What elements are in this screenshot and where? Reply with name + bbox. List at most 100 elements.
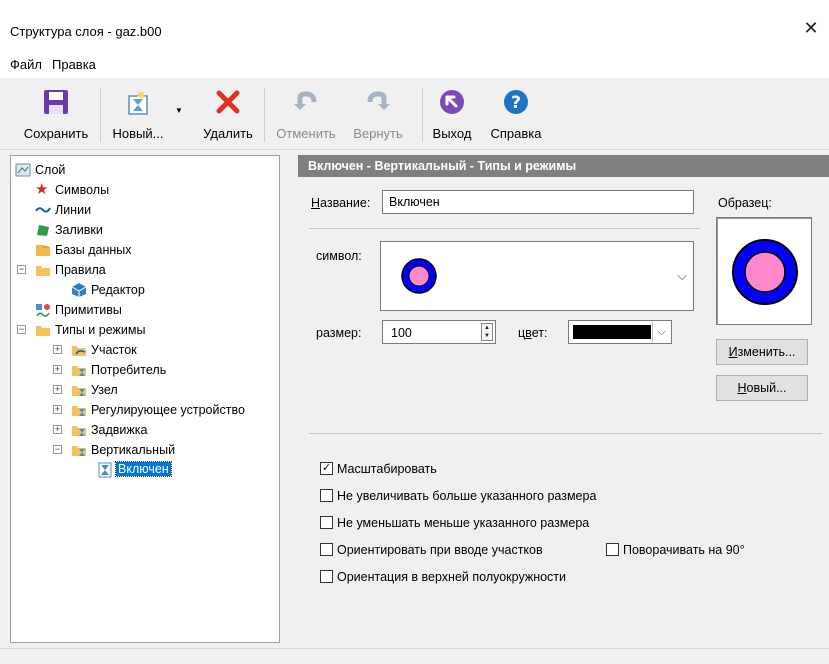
window-title: Структура слоя - gaz.b00: [10, 24, 162, 39]
tree-label: Символы: [55, 183, 110, 197]
expand-toggle[interactable]: +: [53, 345, 62, 354]
tree-label: Редактор: [91, 283, 145, 297]
expand-toggle[interactable]: +: [53, 365, 62, 374]
close-icon[interactable]: ✕: [801, 18, 821, 38]
database-icon: [36, 245, 50, 256]
redo-button[interactable]: Вернуть: [344, 84, 412, 146]
checkbox-label: Ориентировать при вводе участков: [337, 543, 543, 557]
help-icon: ?: [504, 90, 528, 114]
hourglass-folder-icon: [72, 426, 86, 436]
checkbox-box[interactable]: [320, 489, 333, 502]
sample-symbol-icon: [732, 239, 798, 305]
divider: [309, 433, 822, 434]
new-label: Новый...: [112, 126, 164, 141]
chevron-down-icon: ⌵: [652, 322, 670, 342]
undo-label: Отменить: [276, 126, 336, 141]
help-button[interactable]: ? Справка: [484, 84, 548, 146]
tree-label: Включен: [115, 461, 172, 477]
checkbox-box[interactable]: [320, 570, 333, 583]
new-symbol-button[interactable]: Новый...: [716, 375, 808, 401]
divider: [309, 228, 700, 229]
redo-label: Вернуть: [353, 126, 403, 141]
exit-icon: [440, 90, 464, 114]
collapse-vertical-toggle[interactable]: −: [53, 445, 62, 454]
tree-label: Регулирующее устройство: [91, 403, 245, 417]
checkbox-box[interactable]: [320, 543, 333, 556]
menu-file[interactable]: Файл: [10, 57, 42, 72]
toolbar-separator: [422, 88, 423, 142]
svg-text:?: ?: [511, 93, 521, 113]
name-field[interactable]: Включен: [382, 190, 694, 214]
checkbox-label: Ориентация в верхней полуокружности: [337, 570, 567, 584]
primitives-icon: [36, 304, 50, 317]
sample-label: Образец:: [718, 196, 772, 210]
hourglass-icon: [98, 462, 112, 478]
exit-label: Выход: [432, 126, 472, 141]
color-select[interactable]: ⌵: [568, 320, 672, 344]
change-button[interactable]: Изменить...: [716, 339, 808, 365]
checkbox-box[interactable]: [606, 543, 619, 556]
collapse-types-toggle[interactable]: −: [17, 325, 26, 334]
sample-preview: [716, 217, 812, 325]
tree-label: Базы данных: [55, 243, 132, 257]
toolbar-separator: [100, 88, 101, 142]
status-bar: [0, 648, 829, 664]
symbol-select[interactable]: ⌵: [380, 241, 694, 311]
size-label: размер:: [316, 326, 362, 340]
tree-label: Примитивы: [55, 303, 122, 317]
help-label: Справка: [490, 126, 542, 141]
tree-label: Слой: [35, 163, 66, 177]
title-bar: Структура слоя - gaz.b00 ✕: [0, 0, 829, 50]
save-button[interactable]: Сохранить: [16, 84, 96, 146]
delete-button[interactable]: Удалить: [196, 84, 260, 146]
tree-label: Вертикальный: [91, 443, 176, 457]
undo-icon: [294, 91, 317, 110]
exit-button[interactable]: Выход: [426, 84, 478, 146]
expand-toggle[interactable]: +: [53, 425, 62, 434]
line-icon: [35, 207, 51, 213]
delete-label: Удалить: [203, 126, 253, 141]
panel-header: Включен - Вертикальный - Типы и режимы: [298, 155, 829, 177]
layer-icon: [15, 163, 31, 177]
spinner-arrows-icon[interactable]: ▲ ▼: [481, 323, 493, 341]
tree-label: Заливки: [55, 223, 103, 237]
new-button[interactable]: Новый...: [104, 84, 172, 146]
symbol-preview-icon: [401, 258, 437, 294]
collapse-rules-toggle[interactable]: −: [17, 265, 26, 274]
new-icon: [128, 89, 148, 115]
size-spinner[interactable]: 100 ▲ ▼: [382, 320, 496, 344]
section-folder-icon: [72, 346, 86, 356]
tree-label: Типы и режимы: [55, 323, 146, 337]
color-swatch: [573, 325, 651, 339]
symbol-label: символ:: [316, 249, 362, 263]
undo-button[interactable]: Отменить: [270, 84, 342, 146]
redo-icon: [367, 91, 390, 110]
checkbox-label: Не увеличивать больше указанного размера: [337, 489, 597, 503]
folder-icon: [36, 326, 50, 336]
tree-label: Задвижка: [91, 423, 148, 437]
delete-icon: [216, 90, 240, 114]
layer-tree[interactable]: Слой ★ Символы Линии Заливки Базы данных…: [10, 155, 280, 643]
star-icon: ★: [35, 181, 49, 198]
new-dropdown-arrow-icon[interactable]: ▼: [175, 106, 183, 115]
folder-icon: [36, 266, 50, 276]
checkbox-box[interactable]: ✓: [320, 462, 333, 475]
checkbox-label: Поворачивать на 90°: [623, 543, 745, 557]
tree-label: Узел: [91, 383, 118, 397]
toolbar: Сохранить Новый... ▼ Удалить Отменить Ве…: [0, 78, 829, 150]
hourglass-folder-icon: [72, 386, 86, 396]
chevron-down-icon: ⌵: [677, 268, 687, 283]
cube-icon: [71, 283, 87, 297]
checkbox-box[interactable]: [320, 516, 333, 529]
hourglass-folder-icon: [72, 366, 86, 376]
tree-label: Линии: [55, 203, 92, 217]
toolbar-separator: [264, 88, 265, 142]
tree-label: Правила: [55, 263, 106, 277]
menu-edit[interactable]: Правка: [52, 57, 96, 72]
checkbox-label: Не уменьшать меньше указанного размера: [337, 516, 590, 530]
menu-bar: Файл Правка: [0, 50, 829, 78]
expand-toggle[interactable]: +: [53, 405, 62, 414]
expand-toggle[interactable]: +: [53, 385, 62, 394]
save-label: Сохранить: [23, 126, 89, 141]
name-label: Название:: [311, 196, 371, 210]
